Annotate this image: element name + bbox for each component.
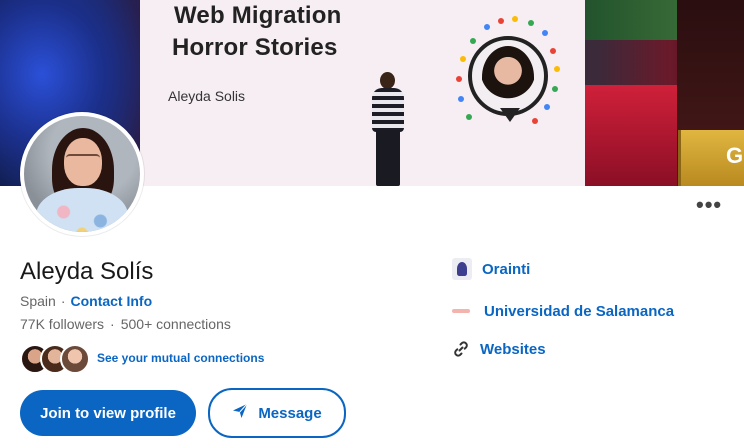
websites-label: Websites — [480, 340, 546, 358]
location-text: Spain — [20, 293, 56, 309]
confetti-dot — [550, 48, 556, 54]
mutual-avatars[interactable] — [20, 344, 92, 374]
talk-title-line1: Web Migration — [174, 2, 342, 29]
message-button[interactable]: Message — [208, 388, 346, 438]
profile-name: Aleyda Solís — [20, 258, 154, 285]
confetti-dot — [552, 86, 558, 92]
confetti-dot — [532, 118, 538, 124]
network-stats: 77K followers · 500+ connections — [20, 316, 231, 332]
speaker-portrait — [468, 36, 548, 116]
profile-avatar[interactable] — [20, 112, 144, 236]
confetti-dot — [512, 16, 518, 22]
location-row: Spain · Contact Info — [20, 293, 152, 309]
confetti-dot — [460, 56, 466, 62]
avatar — [60, 344, 90, 374]
speaker-figure — [368, 72, 408, 186]
websites-link[interactable]: Websites — [452, 340, 546, 358]
join-button-label: Join to view profile — [40, 404, 176, 422]
portrait-speech-tail — [500, 108, 520, 122]
mutual-connections-link[interactable]: See your mutual connections — [97, 351, 264, 365]
speaker-name: Aleyda Solis — [168, 88, 246, 104]
confetti-dot — [466, 114, 472, 120]
orainti-logo-icon — [452, 258, 472, 280]
education-link[interactable]: Universidad de Salamanca — [452, 300, 674, 322]
contact-info-link[interactable]: Contact Info — [70, 293, 152, 309]
message-button-label: Message — [258, 404, 322, 422]
join-to-view-profile-button[interactable]: Join to view profile — [20, 390, 196, 436]
stage-light-red — [585, 85, 677, 186]
confetti-dot — [458, 96, 464, 102]
confetti-dot — [484, 24, 490, 30]
link-icon — [452, 340, 470, 358]
profile-photo — [24, 116, 140, 232]
confetti-dot — [498, 18, 504, 24]
followers-count: 77K followers — [20, 316, 105, 332]
confetti-dot — [470, 38, 476, 44]
company-link[interactable]: Orainti — [452, 258, 530, 280]
talk-title-line2: Horror Stories — [172, 34, 338, 61]
university-logo-icon — [452, 300, 474, 322]
confetti-dot — [456, 76, 462, 82]
separator: · — [110, 316, 115, 332]
send-icon — [232, 403, 248, 423]
confetti-dot — [554, 66, 560, 72]
presentation-screen: Web Migration Horror Stories Aleyda Soli… — [140, 0, 585, 186]
confetti-dot — [542, 30, 548, 36]
more-horizontal-icon[interactable]: ••• — [696, 194, 722, 220]
confetti-dot — [544, 104, 550, 110]
company-name: Orainti — [482, 260, 531, 278]
education-name: Universidad de Salamanca — [484, 302, 675, 320]
connections-count: 500+ connections — [120, 316, 231, 332]
podium-logo: G — [726, 143, 744, 168]
confetti-dot — [528, 20, 534, 26]
separator: · — [60, 293, 66, 309]
stage-light-green — [585, 0, 685, 40]
